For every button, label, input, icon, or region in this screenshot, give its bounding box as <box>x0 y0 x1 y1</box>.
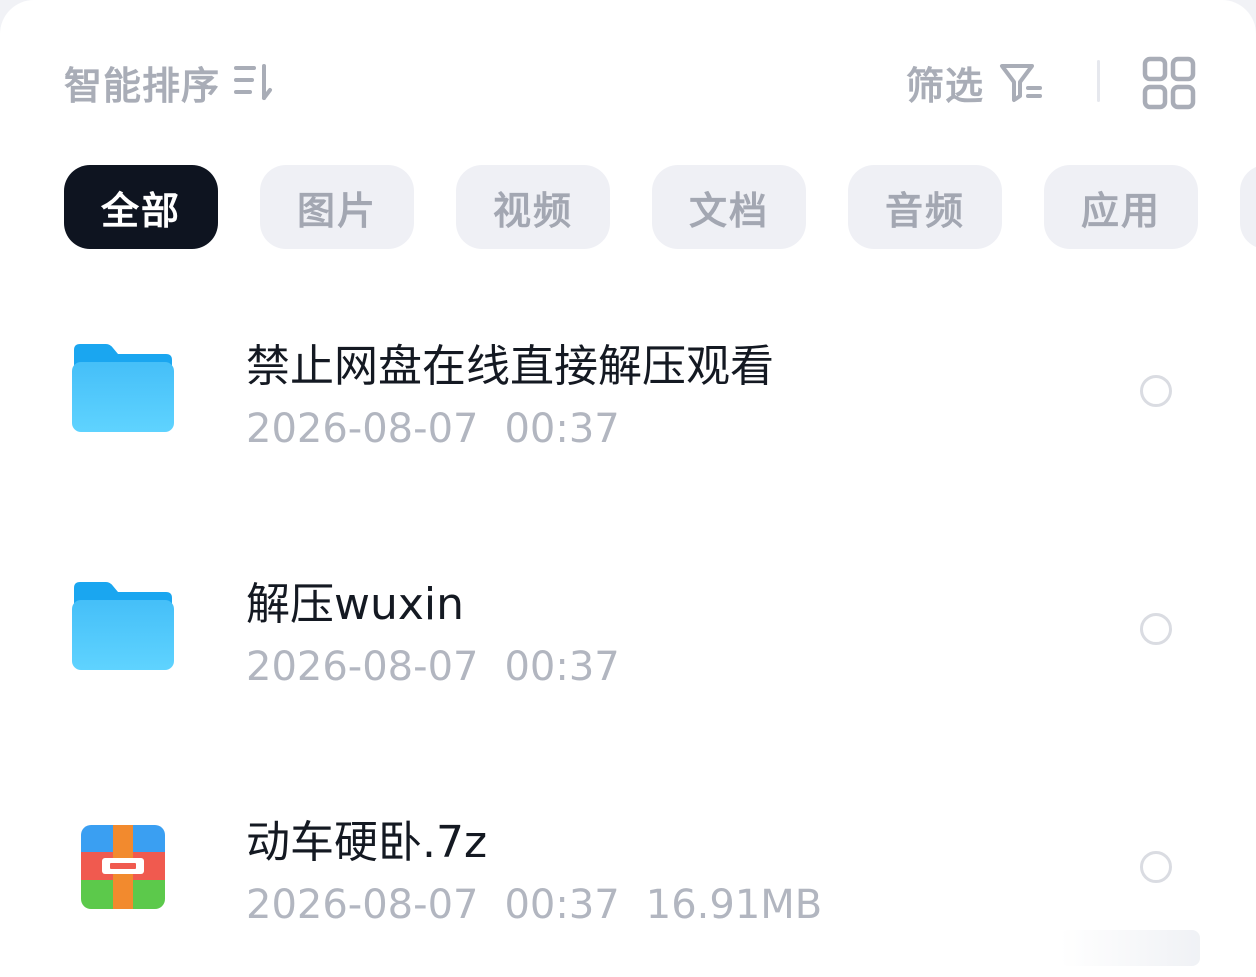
scroll-fade <box>1060 930 1200 966</box>
file-date: 2026-08-07 <box>246 882 479 928</box>
list-item[interactable]: 解压wuxin 2026-08-07 00:37 <box>0 528 1256 728</box>
toolbar: 智能排序 筛选 <box>0 50 1256 114</box>
folder-icon <box>72 344 174 432</box>
file-time: 00:37 <box>504 644 620 690</box>
filter-button[interactable]: 筛选 <box>906 50 1044 114</box>
file-meta: 2026-08-07 00:37 16.91MB <box>246 882 848 928</box>
tab-all-label: 全部 <box>100 188 181 233</box>
file-name: 动车硬卧.7z <box>246 817 488 868</box>
tab-images-label: 图片 <box>296 188 377 233</box>
tab-all[interactable]: 全部 <box>64 165 218 249</box>
select-checkbox[interactable] <box>1140 375 1172 407</box>
toolbar-divider <box>1097 60 1100 102</box>
grid-view-icon[interactable] <box>1142 56 1196 110</box>
sort-label: 智能排序 <box>64 63 221 108</box>
select-checkbox[interactable] <box>1140 851 1172 883</box>
tab-audio-label: 音频 <box>884 188 965 233</box>
file-size: 16.91MB <box>645 882 823 928</box>
tab-documents[interactable]: 文档 <box>652 165 806 249</box>
file-name: 禁止网盘在线直接解压观看 <box>246 341 774 392</box>
filter-icon <box>1000 64 1043 102</box>
sort-lines-icon <box>234 64 273 100</box>
file-meta: 2026-08-07 00:37 <box>246 644 646 690</box>
file-time: 00:37 <box>504 406 620 452</box>
archive-icon <box>81 825 165 909</box>
file-meta: 2026-08-07 00:37 <box>246 406 646 452</box>
tab-more[interactable] <box>1240 165 1256 249</box>
folder-icon <box>72 582 174 670</box>
tab-videos-label: 视频 <box>492 188 573 233</box>
file-date: 2026-08-07 <box>246 644 479 690</box>
tab-images[interactable]: 图片 <box>260 165 414 249</box>
category-tabs: 全部 图片 视频 文档 音频 应用 <box>64 165 1256 249</box>
select-checkbox[interactable] <box>1140 613 1172 645</box>
file-date: 2026-08-07 <box>246 406 479 452</box>
file-time: 00:37 <box>504 882 620 928</box>
tab-documents-label: 文档 <box>688 188 769 233</box>
filter-label: 筛选 <box>906 63 985 108</box>
tab-videos[interactable]: 视频 <box>456 165 610 249</box>
file-browser-panel: 智能排序 筛选 全部 图片 视频 文档 音频 应用 禁止网盘在线直接解压观看 2… <box>0 0 1256 977</box>
file-name: 解压wuxin <box>246 579 465 630</box>
list-item[interactable]: 禁止网盘在线直接解压观看 2026-08-07 00:37 <box>0 290 1256 490</box>
tab-audio[interactable]: 音频 <box>848 165 1002 249</box>
sort-button[interactable]: 智能排序 <box>64 50 276 114</box>
tab-apps[interactable]: 应用 <box>1044 165 1198 249</box>
tab-apps-label: 应用 <box>1080 188 1161 233</box>
